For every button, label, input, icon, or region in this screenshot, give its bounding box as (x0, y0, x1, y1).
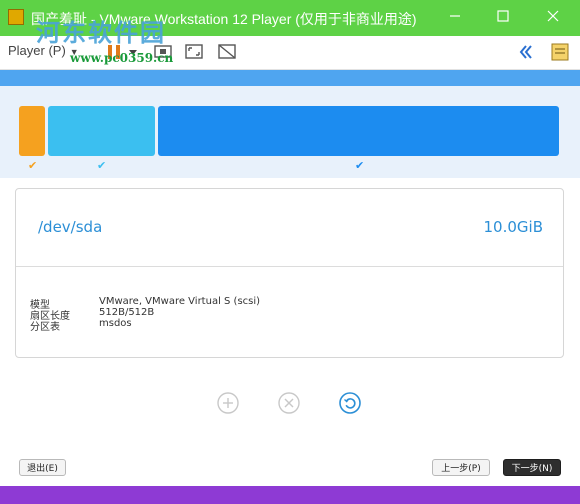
partition-3-check-icon: ✔ (355, 159, 365, 172)
card-divider (16, 266, 563, 267)
minimize-button[interactable] (432, 0, 478, 32)
partition-segment-1[interactable] (19, 106, 45, 156)
partition-2-check-icon: ✔ (97, 159, 107, 172)
unity-mode-icon[interactable] (216, 42, 238, 62)
app-icon (8, 9, 24, 25)
library-icon[interactable] (549, 42, 571, 62)
close-icon (547, 10, 559, 22)
fit-guest-icon[interactable] (183, 42, 205, 62)
minimize-icon (450, 15, 460, 17)
bottom-strip (0, 486, 580, 504)
model-value: VMware, VMware Virtual S (scsi) (99, 296, 261, 307)
partition-segment-3[interactable] (158, 106, 559, 156)
partition-map: ✔ ✔ ✔ (0, 86, 580, 178)
collapse-toolbar-icon[interactable] (514, 42, 536, 62)
watermark-url: www.pc0359.cn (70, 51, 174, 65)
disk-card[interactable]: /dev/sda 10.0GiB 模型 VMware, VMware Virtu… (15, 188, 564, 358)
partition-1-check-icon: ✔ (28, 159, 38, 172)
quit-button[interactable]: 退出(E) (19, 459, 66, 476)
device-size: 10.0GiB (483, 218, 543, 236)
partition-segment-2[interactable] (48, 106, 155, 156)
header-strip (0, 70, 580, 86)
partition-table-label: 分区表 (30, 322, 60, 333)
device-name: /dev/sda (38, 218, 103, 236)
partition-table-value: msdos (99, 318, 132, 329)
add-partition-icon[interactable] (216, 391, 240, 415)
maximize-icon (497, 10, 509, 22)
next-button[interactable]: 下一步(N) (503, 459, 561, 476)
maximize-button[interactable] (480, 0, 526, 32)
back-button[interactable]: 上一步(P) (432, 459, 490, 476)
revert-icon[interactable] (338, 391, 362, 415)
watermark-text: 河东软件园 (36, 18, 166, 47)
close-button[interactable] (530, 0, 576, 32)
delete-partition-icon[interactable] (277, 391, 301, 415)
sector-value: 512B/512B (99, 307, 155, 318)
